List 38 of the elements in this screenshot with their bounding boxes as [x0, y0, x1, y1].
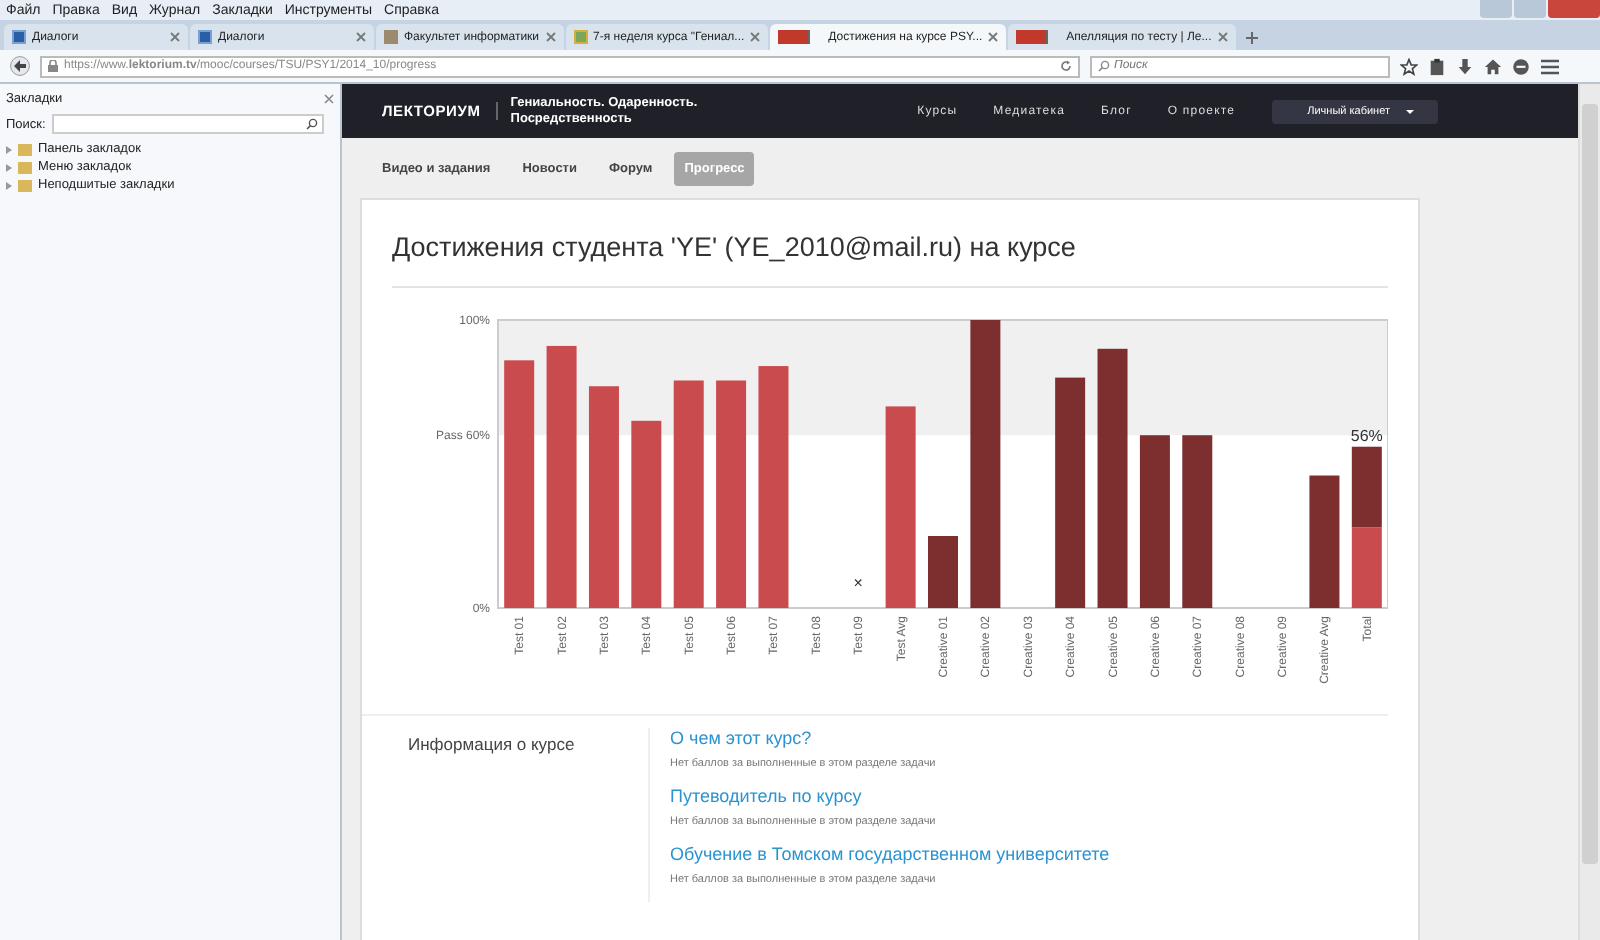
tab-icon	[12, 30, 26, 44]
close-icon[interactable]	[750, 32, 761, 42]
tab-icon	[778, 30, 811, 44]
close-icon[interactable]	[170, 32, 180, 42]
close-icon[interactable]	[324, 94, 334, 104]
expand-arrow-icon[interactable]	[6, 181, 12, 189]
back-icon[interactable]	[10, 56, 30, 76]
caret-icon	[1406, 109, 1414, 113]
reload-icon[interactable]	[1060, 60, 1072, 72]
close-icon[interactable]	[545, 32, 556, 42]
tab-icon	[384, 30, 398, 44]
download-icon[interactable]	[1456, 57, 1474, 75]
scrollbar[interactable]	[1578, 84, 1600, 940]
chart-bar	[1351, 527, 1382, 608]
expand-arrow-icon[interactable]	[6, 163, 12, 171]
close-icon[interactable]	[356, 32, 366, 42]
tab-icon	[1016, 30, 1049, 44]
close-icon[interactable]	[988, 32, 999, 42]
star-icon[interactable]	[1400, 57, 1418, 75]
plus-icon[interactable]	[1245, 32, 1258, 44]
tab-icon	[198, 30, 212, 44]
chart-annotation: ×	[853, 574, 863, 592]
search-icon	[1098, 60, 1110, 72]
clipboard-icon[interactable]	[1428, 57, 1446, 75]
lock-icon	[48, 60, 58, 72]
menu-icon[interactable]	[1540, 57, 1560, 75]
expand-arrow-icon[interactable]	[6, 145, 12, 153]
chart-bar	[1309, 475, 1340, 608]
bookmark-search-field[interactable]	[51, 114, 324, 134]
tab-icon	[573, 30, 588, 44]
section-title: Информация о курсе	[406, 732, 577, 758]
chart-bar	[1351, 446, 1382, 528]
search-icon	[305, 118, 318, 130]
home-icon[interactable]	[1484, 57, 1502, 75]
chart-bar	[928, 536, 958, 608]
page-title: Достижения студента 'YE' (YE_2010@mail.ru) на курсе	[392, 200, 1388, 288]
chart-annotation: 56%	[1350, 426, 1383, 445]
close-icon[interactable]	[1217, 32, 1228, 42]
